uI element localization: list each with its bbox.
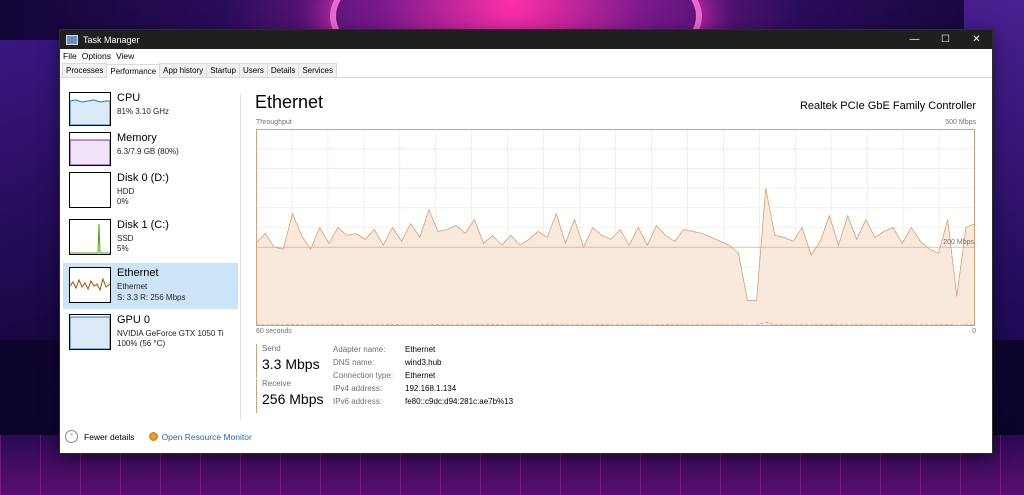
sidebar-item-detail: 100% (56 °C) [117, 339, 166, 348]
throughput-label: Throughput [256, 119, 292, 126]
tab-details[interactable]: Details [266, 63, 300, 77]
connection-type-value: Ethernet [405, 371, 436, 380]
receive-stat: Receive 256 Mbps [256, 379, 326, 413]
adapter-name-heading: Realtek PCIe GbE Family Controller [799, 100, 976, 112]
sidebar-item-detail: 0% [117, 197, 129, 206]
disk-1-thumbnail [69, 219, 111, 255]
tab-users[interactable]: Users [238, 63, 268, 77]
adapter-name-value: Ethernet [405, 345, 436, 354]
menu-file[interactable]: File [63, 51, 77, 61]
sidebar-item-ethernet[interactable]: Ethernet Ethernet S: 3.3 R: 256 Mbps [63, 263, 238, 309]
connection-type-label: Connection type: [333, 371, 394, 380]
dns-name-value: wind3.hub [405, 358, 442, 367]
task-manager-window: Task Manager — ☐ ✕ File Options View Pro… [60, 30, 992, 453]
task-manager-icon [66, 34, 78, 45]
sidebar-item-disk-1[interactable]: Disk 1 (C:) SSD 5% [63, 215, 238, 261]
ipv4-address-label: IPv4 address: [333, 384, 382, 393]
throughput-graph [256, 129, 975, 326]
tab-bar: Processes Performance App history Startu… [60, 62, 992, 78]
ethernet-thumbnail [69, 267, 111, 303]
send-value: 3.3 Mbps [262, 356, 320, 372]
sidebar-item-detail: HDD [117, 187, 135, 196]
sidebar-item-disk-0[interactable]: Disk 0 (D:) HDD 0% [63, 168, 238, 214]
sidebar-item-title: Disk 0 (D:) [117, 172, 169, 184]
fewer-details-link[interactable]: Fewer details [84, 432, 135, 442]
menu-bar: File Options View [60, 49, 992, 62]
sidebar-divider [240, 94, 241, 419]
tab-performance[interactable]: Performance [106, 64, 161, 78]
max-scale-label: 500 Mbps [945, 119, 976, 126]
maximize-button[interactable]: ☐ [930, 30, 961, 49]
sidebar-item-detail: 6.3/7.9 GB (80%) [117, 147, 179, 156]
receive-label: Receive [262, 379, 291, 388]
minimize-button[interactable]: — [899, 30, 930, 49]
resource-monitor-icon [148, 432, 158, 441]
send-label: Send [262, 344, 281, 353]
sidebar-item-detail: NVIDIA GeForce GTX 1050 Ti [117, 329, 224, 338]
sidebar-item-title: GPU 0 [117, 314, 151, 326]
performance-sidebar: CPU 81% 3.10 GHz Memory 6.3/7.9 GB (80%)… [63, 88, 239, 418]
adapter-name-label: Adapter name: [333, 345, 386, 354]
sidebar-item-title: Memory [117, 132, 157, 144]
tab-processes[interactable]: Processes [62, 63, 108, 77]
close-button[interactable]: ✕ [961, 30, 992, 49]
open-resource-monitor-link[interactable]: Open Resource Monitor [162, 432, 252, 442]
sidebar-item-detail: Ethernet [117, 282, 148, 291]
footer-bar: ⌃ Fewer details Open Resource Monitor [65, 430, 252, 443]
ipv6-address-value: fe80::c9dc:d94:281c:ae7b%13 [405, 397, 514, 406]
memory-thumbnail [69, 132, 111, 166]
tab-services[interactable]: Services [298, 63, 338, 77]
zero-scale-label: 0 [972, 328, 976, 335]
sidebar-item-gpu-0[interactable]: GPU 0 NVIDIA GeForce GTX 1050 Ti 100% (5… [63, 310, 238, 356]
page-title: Ethernet [255, 92, 324, 112]
chevron-up-icon[interactable]: ⌃ [65, 430, 78, 443]
cpu-thumbnail [69, 92, 111, 126]
title-bar[interactable]: Task Manager — ☐ ✕ [60, 30, 992, 49]
send-stat: Send 3.3 Mbps [256, 344, 326, 378]
window-title: Task Manager [83, 34, 140, 45]
sidebar-item-title: CPU [117, 92, 141, 104]
sidebar-item-title: Ethernet [117, 267, 159, 279]
dns-name-label: DNS name: [333, 358, 375, 367]
wallpaper-shape-left [0, 40, 60, 340]
receive-value: 256 Mbps [262, 391, 324, 407]
sidebar-item-detail: SSD [117, 234, 134, 243]
menu-view[interactable]: View [116, 51, 134, 61]
mid-scale-label: 200 Mbps [943, 239, 974, 246]
disk-0-thumbnail [69, 172, 111, 208]
ipv4-address-value: 192.168.1.134 [405, 384, 457, 393]
tab-startup[interactable]: Startup [206, 63, 240, 77]
sidebar-item-detail: 81% 3.10 GHz [117, 107, 170, 116]
ipv6-address-label: IPv6 address: [333, 397, 382, 406]
sidebar-item-detail: 5% [117, 244, 129, 253]
sidebar-item-detail: S: 3.3 R: 256 Mbps [117, 293, 186, 302]
time-span-label: 60 seconds [256, 328, 292, 335]
gpu-0-thumbnail [69, 314, 111, 350]
sidebar-item-title: Disk 1 (C:) [117, 219, 169, 231]
tab-app-history[interactable]: App history [159, 63, 208, 77]
menu-options[interactable]: Options [82, 51, 111, 61]
